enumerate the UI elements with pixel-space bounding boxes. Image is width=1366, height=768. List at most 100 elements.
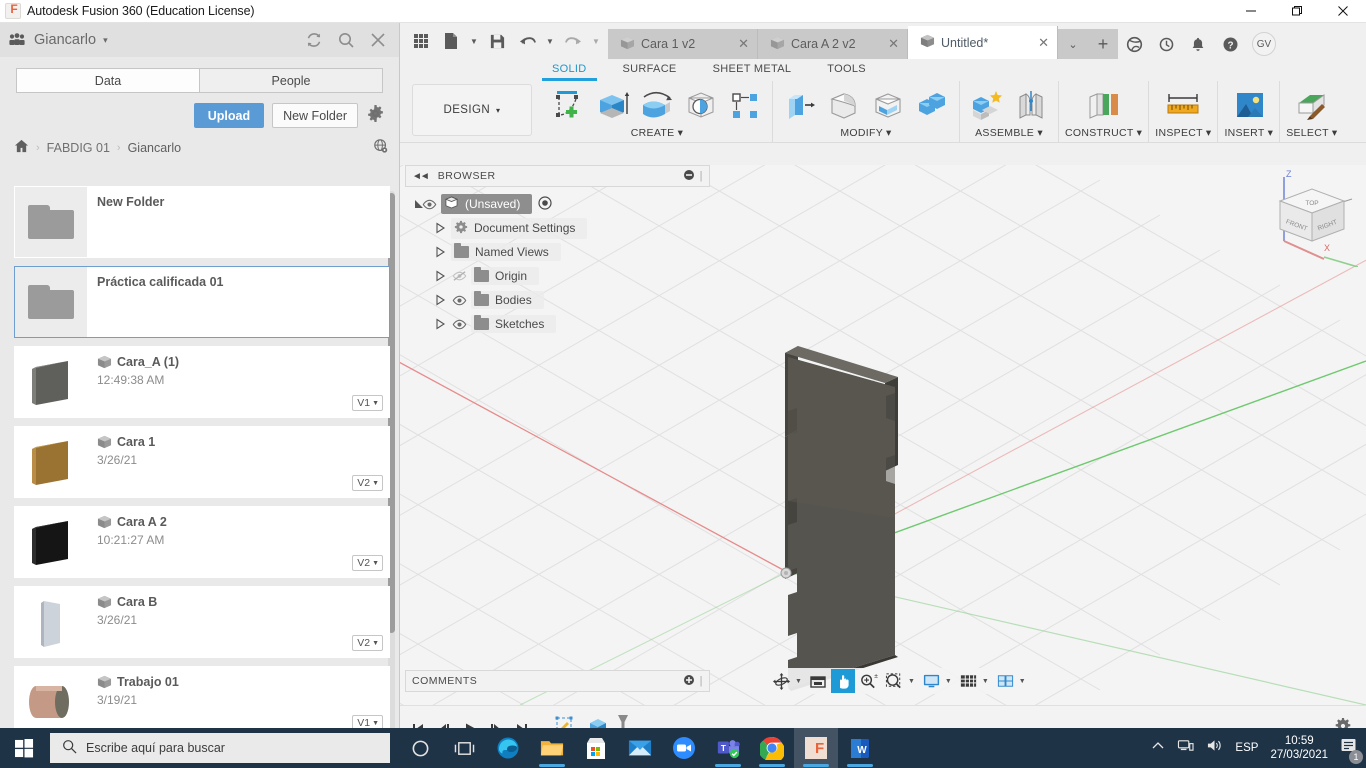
collapse-left-icon[interactable]: ◄◄ bbox=[412, 171, 428, 182]
list-item[interactable]: New Folder bbox=[14, 186, 390, 258]
zoom-icon[interactable] bbox=[662, 728, 706, 768]
display-settings-caret-icon[interactable]: ▼ bbox=[945, 678, 955, 685]
new-folder-button[interactable]: New Folder bbox=[272, 103, 358, 128]
maximize-icon[interactable] bbox=[1274, 0, 1320, 23]
list-item[interactable]: Cara A 2 10:21:27 AM V2▼ bbox=[14, 506, 390, 578]
chevron-down-icon[interactable]: ▾ bbox=[1206, 127, 1212, 139]
upload-button[interactable]: Upload bbox=[194, 103, 264, 128]
eye-icon[interactable] bbox=[451, 319, 468, 330]
select-icon[interactable] bbox=[1288, 85, 1336, 127]
eye-icon[interactable] bbox=[451, 295, 468, 306]
tab-data[interactable]: Data bbox=[16, 68, 199, 93]
tree-row-document-settings[interactable]: Document Settings bbox=[405, 216, 710, 240]
task-view-icon[interactable] bbox=[442, 728, 486, 768]
version-badge[interactable]: V1▼ bbox=[352, 715, 383, 728]
shell-icon[interactable] bbox=[867, 85, 909, 127]
tab-dropdown-icon[interactable]: ⌄ bbox=[1058, 29, 1088, 59]
pattern-icon[interactable] bbox=[724, 85, 766, 127]
close-panel-icon[interactable] bbox=[369, 31, 387, 49]
clock[interactable]: 10:59 27/03/2021 bbox=[1270, 734, 1328, 762]
tab-tools[interactable]: TOOLS bbox=[809, 59, 884, 81]
volume-icon[interactable] bbox=[1206, 738, 1223, 758]
list-item[interactable]: Cara 1 3/26/21 V2▼ bbox=[14, 426, 390, 498]
orbit-icon[interactable] bbox=[769, 669, 794, 693]
grid-snaps-icon[interactable] bbox=[956, 669, 981, 693]
app-grid-icon[interactable] bbox=[406, 26, 436, 56]
job-status-icon[interactable] bbox=[1118, 29, 1150, 59]
new-component-icon[interactable] bbox=[966, 85, 1008, 127]
home-icon[interactable] bbox=[14, 139, 29, 156]
chevron-down-icon[interactable]: ▾ bbox=[103, 35, 108, 46]
close-icon[interactable]: ✕ bbox=[1038, 35, 1049, 51]
avatar[interactable]: GV bbox=[1252, 32, 1276, 56]
close-icon[interactable] bbox=[1320, 0, 1366, 23]
file-explorer-icon[interactable] bbox=[530, 728, 574, 768]
expand-arrow-icon[interactable] bbox=[435, 222, 448, 235]
expand-arrow-icon[interactable] bbox=[435, 270, 448, 283]
refresh-icon[interactable] bbox=[305, 31, 323, 49]
globe-icon[interactable] bbox=[373, 138, 389, 157]
action-center-icon[interactable]: 1 bbox=[1340, 737, 1358, 760]
close-icon[interactable]: ✕ bbox=[888, 36, 899, 52]
measure-icon[interactable] bbox=[1159, 85, 1207, 127]
orbit-caret-icon[interactable]: ▼ bbox=[795, 678, 805, 685]
microsoft-teams-icon[interactable]: T bbox=[706, 728, 750, 768]
tree-row-root[interactable]: (Unsaved) bbox=[405, 192, 710, 216]
add-tab-button[interactable]: + bbox=[1088, 29, 1118, 59]
panel-resize-handle[interactable]: | bbox=[700, 170, 703, 182]
tab-sheet-metal[interactable]: SHEET METAL bbox=[695, 59, 810, 81]
expand-arrow-icon[interactable] bbox=[405, 198, 418, 211]
network-icon[interactable] bbox=[1177, 738, 1194, 758]
chevron-down-icon[interactable]: ▾ bbox=[678, 127, 684, 139]
new-document-caret-icon[interactable]: ▼ bbox=[466, 26, 482, 56]
version-badge[interactable]: V2▼ bbox=[352, 555, 383, 571]
pan-icon[interactable] bbox=[831, 669, 855, 693]
comments-resize-handle[interactable]: | bbox=[700, 675, 703, 687]
tab-surface[interactable]: SURFACE bbox=[605, 59, 695, 81]
tree-row-sketches[interactable]: Sketches bbox=[405, 312, 710, 336]
expand-arrow-icon[interactable] bbox=[435, 246, 448, 259]
language-indicator[interactable]: ESP bbox=[1235, 742, 1258, 754]
chevron-down-icon[interactable]: ▾ bbox=[886, 127, 892, 139]
document-tab-cara-1[interactable]: Cara 1 v2 ✕ bbox=[608, 29, 758, 59]
chevron-down-icon[interactable]: ▾ bbox=[1137, 127, 1143, 139]
version-badge[interactable]: V2▼ bbox=[352, 635, 383, 651]
tree-row-bodies[interactable]: Bodies bbox=[405, 288, 710, 312]
grid-snaps-caret-icon[interactable]: ▼ bbox=[982, 678, 992, 685]
joint-icon[interactable] bbox=[1010, 85, 1052, 127]
microsoft-store-icon[interactable] bbox=[574, 728, 618, 768]
document-tab-cara-a-2[interactable]: Cara A 2 v2 ✕ bbox=[758, 29, 908, 59]
create-sketch-icon[interactable] bbox=[548, 85, 590, 127]
fusion360-icon[interactable]: F bbox=[794, 728, 838, 768]
redo-icon[interactable] bbox=[558, 26, 588, 56]
new-document-icon[interactable] bbox=[436, 26, 466, 56]
chrome-icon[interactable] bbox=[750, 728, 794, 768]
version-badge[interactable]: V2▼ bbox=[352, 475, 383, 491]
undo-icon[interactable] bbox=[512, 26, 542, 56]
list-item[interactable]: Cara_A (1) 12:49:38 AM V1▼ bbox=[14, 346, 390, 418]
breadcrumb-item-project[interactable]: FABDIG 01 bbox=[47, 141, 110, 155]
add-comment-icon[interactable] bbox=[683, 674, 695, 689]
insert-image-icon[interactable] bbox=[1225, 85, 1273, 127]
redo-caret-icon[interactable]: ▼ bbox=[588, 26, 604, 56]
edge-icon[interactable] bbox=[486, 728, 530, 768]
hub-name[interactable]: Giancarlo bbox=[34, 32, 96, 48]
fillet-icon[interactable] bbox=[823, 85, 865, 127]
save-icon[interactable] bbox=[482, 26, 512, 56]
chevron-down-icon[interactable]: ▾ bbox=[1332, 127, 1338, 139]
workspace-selector[interactable]: DESIGN ▾ bbox=[412, 84, 532, 136]
tree-row-origin[interactable]: Origin bbox=[405, 264, 710, 288]
word-icon[interactable]: W bbox=[838, 728, 882, 768]
eye-icon[interactable] bbox=[421, 199, 438, 210]
help-icon[interactable]: ? bbox=[1214, 29, 1246, 59]
tab-solid[interactable]: SOLID bbox=[534, 59, 605, 81]
zoom-window-caret-icon[interactable]: ▼ bbox=[908, 678, 918, 685]
close-icon[interactable]: ✕ bbox=[738, 36, 749, 52]
minimize-icon[interactable] bbox=[1228, 0, 1274, 23]
recent-icon[interactable] bbox=[1150, 29, 1182, 59]
chevron-down-icon[interactable]: ▾ bbox=[1268, 127, 1274, 139]
list-item[interactable]: Cara B 3/26/21 V2▼ bbox=[14, 586, 390, 658]
bell-icon[interactable] bbox=[1182, 29, 1214, 59]
mail-icon[interactable] bbox=[618, 728, 662, 768]
press-pull-icon[interactable] bbox=[779, 85, 821, 127]
